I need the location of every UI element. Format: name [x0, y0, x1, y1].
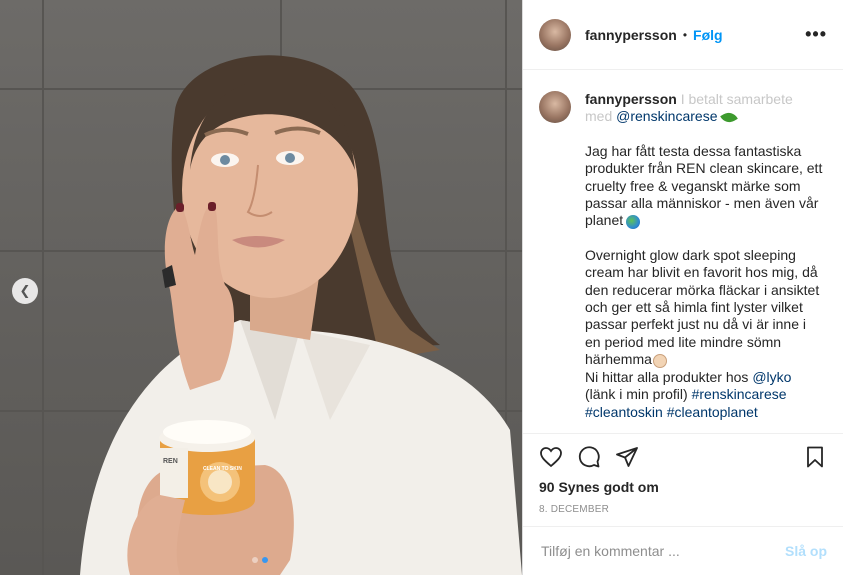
globe-emoji-icon: [626, 214, 641, 229]
comment-input[interactable]: [539, 542, 785, 560]
likes-count[interactable]: 90 Synes godt om: [539, 479, 659, 495]
more-options-icon[interactable]: •••: [805, 24, 827, 45]
caption-paragraph-2: Overnight glow dark spot sleeping cream …: [585, 246, 820, 368]
carousel-dot-active: [262, 557, 268, 563]
avatar[interactable]: [539, 18, 571, 51]
post-comment-button[interactable]: Slå op: [785, 543, 827, 559]
caption-text: fannypersson I betalt samarbete med @ren…: [585, 91, 823, 433]
jar-brand-label: REN: [163, 458, 178, 465]
post-photo[interactable]: REN CLEAN TO SKIN ❮: [0, 0, 522, 575]
portrait-illustration: [80, 55, 522, 575]
partner-mention-link[interactable]: @renskincarese: [616, 108, 717, 124]
jar-product-label: CLEAN TO SKIN: [203, 466, 242, 472]
heart-icon[interactable]: [539, 445, 563, 469]
follow-button[interactable]: Følg: [693, 27, 723, 43]
comment-bubble-icon[interactable]: [577, 445, 601, 469]
carousel-dot: [252, 557, 258, 563]
baby-emoji-icon: [652, 353, 667, 368]
carousel-indicator: [252, 557, 268, 563]
bookmark-icon[interactable]: [803, 445, 827, 469]
leaf-emoji-icon: [719, 109, 738, 126]
caption-paragraph-3: Ni hittar alla produkter hos: [585, 368, 749, 385]
post-date[interactable]: 8. DECEMBER: [539, 504, 609, 515]
caption-username[interactable]: fannypersson: [585, 91, 677, 107]
lyko-mention-link[interactable]: @lyko: [752, 369, 791, 385]
action-bar: [523, 433, 843, 479]
header-separator: •: [682, 27, 688, 42]
hashtag-link[interactable]: #renskincarese: [692, 386, 787, 402]
chevron-left-icon: ❮: [19, 283, 31, 298]
caption-paragraph-1: Jag har fått testa dessa fantastiska pro…: [585, 142, 823, 229]
header-username[interactable]: fannypersson: [585, 27, 677, 43]
post-side-panel: fannypersson • Følg ••• fannypersson I b…: [523, 0, 843, 575]
instagram-post-modal: REN CLEAN TO SKIN ❮ fannypersson • Følg …: [0, 0, 843, 575]
avatar[interactable]: [539, 91, 571, 123]
post-header: fannypersson • Følg •••: [523, 0, 843, 70]
caption-profile-link-note: (länk i min profil): [585, 386, 688, 403]
caption-area[interactable]: fannypersson I betalt samarbete med @ren…: [523, 71, 843, 433]
hashtag-link[interactable]: #cleantoskin: [585, 404, 663, 420]
paper-plane-icon[interactable]: [615, 445, 639, 469]
hashtag-link[interactable]: #cleantoplanet: [667, 404, 758, 420]
carousel-prev-button[interactable]: ❮: [12, 278, 38, 304]
comment-bar: Slå op: [523, 526, 843, 575]
